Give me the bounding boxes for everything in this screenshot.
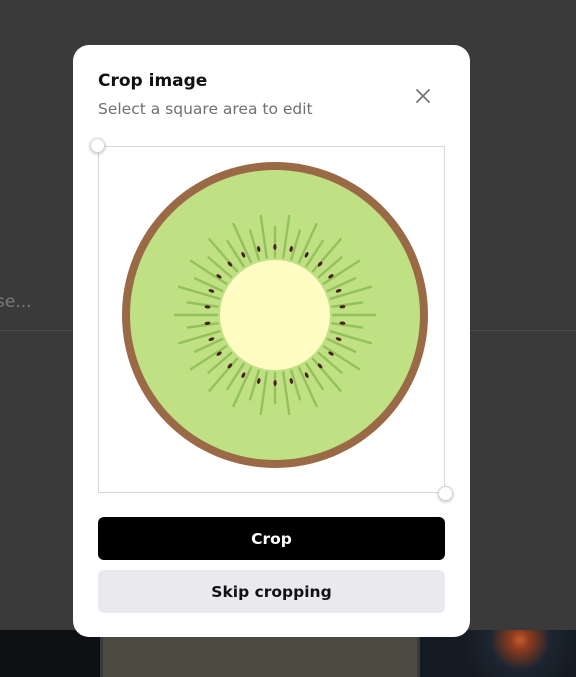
- close-icon: [416, 89, 430, 103]
- skip-cropping-button[interactable]: Skip cropping: [98, 570, 445, 613]
- dialog-subtitle: Select a square area to edit: [98, 100, 313, 118]
- kiwi-seed: [273, 244, 277, 250]
- kiwi-image: [122, 162, 428, 468]
- background-thumbnail: [420, 630, 576, 677]
- crop-handle-bottom-right[interactable]: [438, 486, 453, 501]
- crop-button[interactable]: Crop: [98, 517, 445, 560]
- background-search-text: se...: [0, 292, 32, 312]
- background-thumbnail: [103, 630, 417, 677]
- crop-image-dialog: Crop image Select a square area to edit …: [73, 45, 470, 637]
- crop-handle-top-left[interactable]: [90, 138, 105, 153]
- crop-area[interactable]: [90, 138, 453, 501]
- close-button[interactable]: [410, 83, 436, 109]
- kiwi-seed: [273, 380, 277, 386]
- dialog-title: Crop image: [98, 71, 208, 91]
- background-thumbnail: [0, 630, 100, 677]
